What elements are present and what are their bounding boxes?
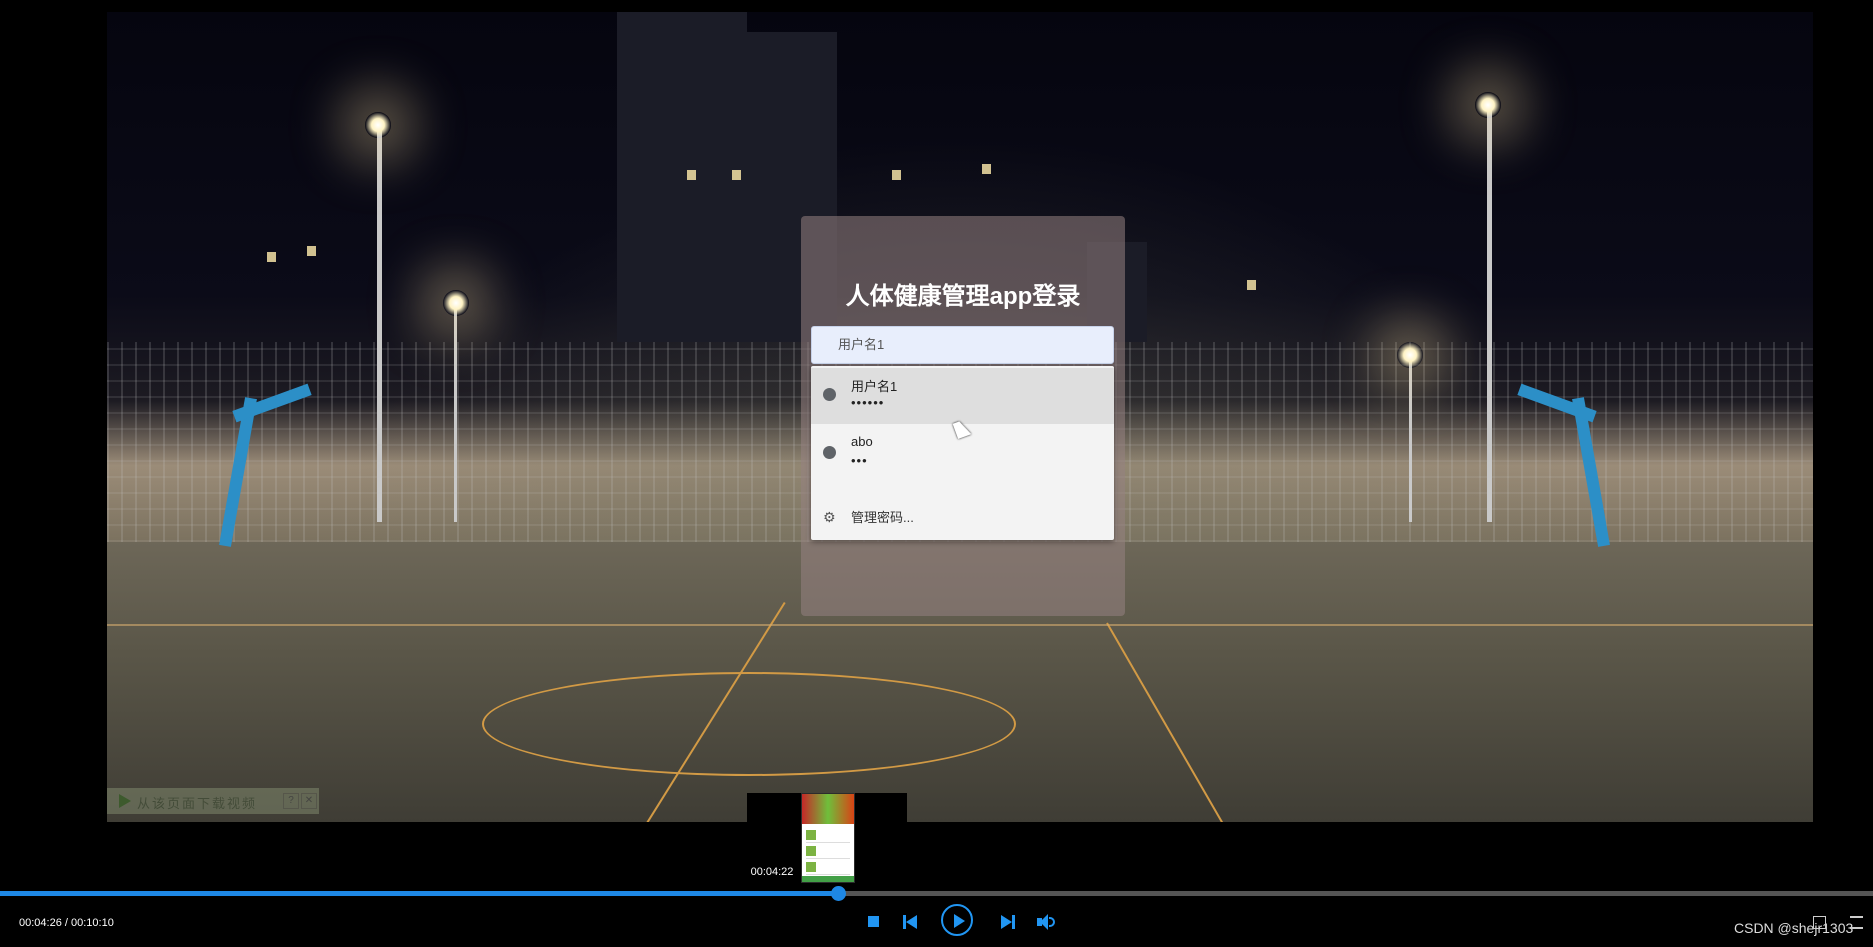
gear-icon: ⚙ xyxy=(823,509,836,525)
autofill-password: ••• xyxy=(851,453,868,468)
light-pole xyxy=(1487,102,1492,522)
key-icon xyxy=(823,388,836,401)
lit-window xyxy=(307,246,316,256)
close-button[interactable]: ✕ xyxy=(301,793,317,809)
light-pole xyxy=(1409,352,1412,522)
thumbnail-footer xyxy=(802,876,854,882)
court-line xyxy=(107,624,1813,626)
light-pole xyxy=(454,302,457,522)
stop-icon[interactable] xyxy=(868,916,879,927)
stadium-light xyxy=(443,290,469,316)
thumbnail-header xyxy=(802,794,854,824)
fullscreen-icon[interactable] xyxy=(1813,916,1826,929)
thumbnail-row xyxy=(806,860,850,875)
thumbnail-row xyxy=(806,828,850,843)
preview-time: 00:04:22 xyxy=(750,866,794,878)
stadium-light xyxy=(1475,92,1501,118)
autofill-dropdown: 用户名1 •••••• abo ••• ⚙ 管理密码... xyxy=(811,366,1114,540)
play-icon xyxy=(119,794,131,808)
lit-window xyxy=(732,170,741,180)
lit-window xyxy=(1247,280,1256,290)
light-pole xyxy=(377,122,382,522)
autofill-username: 用户名1 xyxy=(851,379,898,394)
previous-icon[interactable] xyxy=(903,915,917,929)
lit-window xyxy=(982,164,991,174)
download-video-label[interactable]: 从该页面下载视频 xyxy=(137,793,257,812)
manage-passwords-item[interactable]: ⚙ 管理密码... xyxy=(811,494,1114,538)
play-icon[interactable] xyxy=(941,904,973,936)
building xyxy=(617,12,747,342)
manage-passwords-label: 管理密码... xyxy=(851,510,914,525)
preview-thumbnail xyxy=(801,793,855,883)
settings-icon[interactable] xyxy=(1850,916,1863,929)
autofill-option[interactable]: 用户名1 •••••• xyxy=(811,368,1114,424)
username-input[interactable]: 用户名1 xyxy=(811,326,1114,364)
download-video-bar[interactable]: 从该页面下载视频 ? ✕ xyxy=(107,788,319,814)
stadium-light xyxy=(365,112,391,138)
thumbnail-row xyxy=(806,844,850,859)
key-icon xyxy=(823,446,836,459)
volume-icon[interactable] xyxy=(1037,914,1055,930)
lit-window xyxy=(892,170,901,180)
player-controls: 00:04:26 / 00:10:10 CSDN @shejr1303 xyxy=(0,896,1873,947)
next-icon[interactable] xyxy=(1001,915,1015,929)
center-circle xyxy=(482,672,1016,776)
watermark: CSDN @shejr1303 xyxy=(1734,920,1854,936)
autofill-username: abo xyxy=(851,434,873,449)
help-button[interactable]: ? xyxy=(283,793,299,809)
lit-window xyxy=(687,170,696,180)
stadium-light xyxy=(1397,342,1423,368)
login-title: 人体健康管理app登录 xyxy=(845,283,1081,310)
lit-window xyxy=(267,252,276,262)
time-display: 00:04:26 / 00:10:10 xyxy=(19,917,114,929)
autofill-password: •••••• xyxy=(851,395,885,410)
